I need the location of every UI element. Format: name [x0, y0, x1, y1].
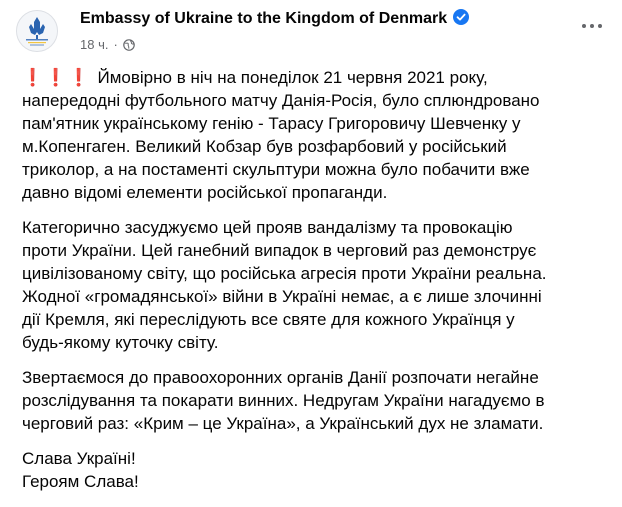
paragraph-line: м.Копенгаген. Великий Кобзар був розфарб… [22, 137, 507, 156]
paragraph-line: Жодної «громадянської» війни в Україні н… [22, 287, 542, 306]
paragraph-line: розслідування та покарати винних. Недруг… [22, 391, 545, 410]
paragraph-line: Категорично засуджуємо цей прояв вандалі… [22, 218, 513, 237]
paragraph-line: Звертаємося до правоохоронних органів Да… [22, 368, 539, 387]
embassy-logo-icon [17, 11, 57, 51]
paragraph-line: давно відомі елементи російської пропага… [22, 183, 388, 202]
post-timestamp[interactable]: 18 ч. [80, 37, 108, 52]
paragraph-line: напередодні футбольного матчу Данія-Росі… [22, 91, 540, 110]
paragraph-line: Героям Слава! [22, 472, 139, 491]
page-name-link[interactable]: Embassy of Ukraine to the Kingdom of Den… [80, 9, 470, 28]
paragraph-line: черговий раз: «Крим – це Україна», а Укр… [22, 414, 544, 433]
author-name: Embassy of Ukraine to the Kingdom of Den… [80, 10, 448, 27]
more-options-icon [582, 24, 586, 28]
paragraph-line: триколор, а на постаменті скульптури мож… [22, 160, 530, 179]
facebook-post: Embassy of Ukraine to the Kingdom of Den… [0, 0, 622, 507]
paragraph-line: проти України. Цей ганебний випадок в че… [22, 241, 537, 260]
post-paragraph: ❗❗❗ Ймовірно в ніч на понеділок 21 червня… [22, 66, 612, 204]
post-body: ❗❗❗ Ймовірно в ніч на понеділок 21 червня… [22, 66, 612, 505]
more-options-button[interactable] [574, 14, 610, 38]
post-paragraph: Звертаємося до правоохоронних органів Да… [22, 366, 612, 435]
paragraph-line: Слава Україні! [22, 449, 136, 468]
paragraph-line: цивілізованому світу, що російська агрес… [22, 264, 547, 283]
post-paragraph: Слава Україні! Героям Слава! [22, 447, 612, 493]
page-avatar[interactable] [16, 10, 58, 52]
verified-badge-icon [453, 9, 470, 25]
paragraph-line: Ймовірно в ніч на понеділок 21 червня 20… [97, 68, 488, 87]
paragraph-line: дії Кремля, які переслідують все святе д… [22, 310, 515, 329]
globe-icon[interactable] [123, 38, 135, 51]
meta-separator: · [113, 37, 118, 52]
post-meta: 18 ч. · [80, 37, 135, 52]
exclamation-emoji-icon: ❗❗❗ [22, 68, 92, 87]
post-paragraph: Категорично засуджуємо цей прояв вандалі… [22, 216, 612, 354]
paragraph-line: пам'ятник українському генію - Тарасу Гр… [22, 114, 521, 133]
paragraph-line: будь-якому куточку світу. [22, 333, 219, 352]
